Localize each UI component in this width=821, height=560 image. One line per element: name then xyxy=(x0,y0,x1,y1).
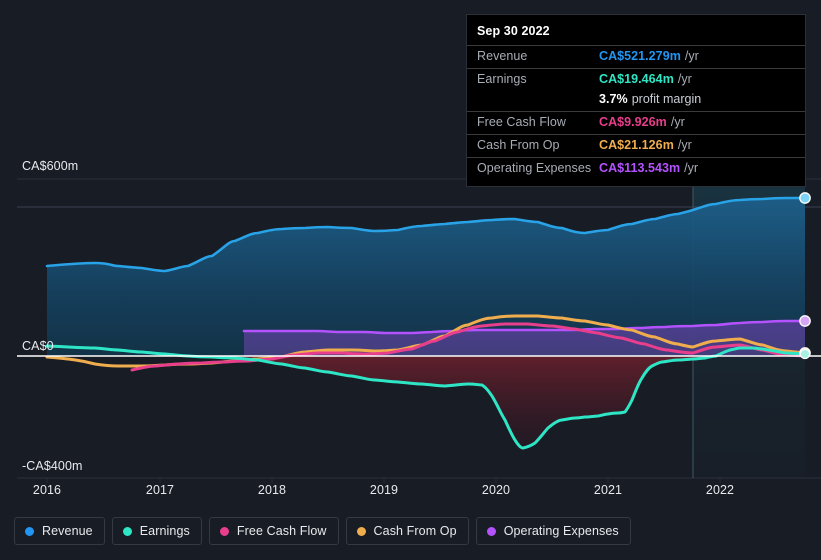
tooltip-label-earnings: Earnings xyxy=(477,72,527,86)
tooltip-unit-cash-from-op: /yr xyxy=(677,138,692,152)
earnings-endpoint-dot xyxy=(799,348,811,360)
tooltip-label-free-cash-flow: Free Cash Flow xyxy=(477,115,566,129)
tooltip-unit-earnings: /yr xyxy=(677,72,692,86)
earnings-negative-area xyxy=(47,356,805,448)
x-axis-tick-2020: 2020 xyxy=(481,483,511,497)
stock-financials-chart: CA$600m CA$0 -CA$400m 2016 2017 2018 201… xyxy=(0,0,821,560)
chart-legend: Revenue Earnings Free Cash Flow Cash Fro… xyxy=(14,517,631,545)
x-axis-tick-2021: 2021 xyxy=(593,483,623,497)
tooltip-row-cash-from-op: Cash From Op CA$21.126m /yr xyxy=(467,134,805,157)
tooltip-row-profit-margin: 3.7% profit margin xyxy=(467,91,805,111)
legend-label-revenue: Revenue xyxy=(42,524,93,538)
legend-dot-revenue-icon xyxy=(25,526,34,536)
y-axis-label-top: CA$600m xyxy=(22,159,79,173)
tooltip-label-revenue: Revenue xyxy=(477,49,528,63)
tooltip-value-cash-from-op: CA$21.126m xyxy=(599,138,674,152)
chart-tooltip: Sep 30 2022 Revenue CA$521.279m /yr Earn… xyxy=(466,14,806,187)
legend-item-cash-from-op[interactable]: Cash From Op xyxy=(345,517,469,545)
legend-dot-operating-expenses-icon xyxy=(486,526,496,536)
legend-label-operating-expenses: Operating Expenses xyxy=(503,524,619,538)
tooltip-sublabel-profit-margin: profit margin xyxy=(631,92,702,106)
legend-dot-cash-from-op-icon xyxy=(356,526,366,536)
x-axis-tick-2022: 2022 xyxy=(705,483,735,497)
y-axis-label-zero: CA$0 xyxy=(22,339,54,353)
tooltip-value-free-cash-flow: CA$9.926m xyxy=(599,115,667,129)
tooltip-value-profit-margin: 3.7% xyxy=(599,92,628,106)
legend-item-operating-expenses[interactable]: Operating Expenses xyxy=(475,517,631,545)
x-axis: 2016 2017 2018 2019 2020 2021 2022 xyxy=(0,483,821,503)
tooltip-value-operating-expenses: CA$113.543m xyxy=(599,161,681,175)
tooltip-value-revenue: CA$521.279m xyxy=(599,49,681,63)
legend-label-cash-from-op: Cash From Op xyxy=(373,524,457,538)
tooltip-row-earnings: Earnings CA$19.464m /yr xyxy=(467,68,805,91)
tooltip-unit-operating-expenses: /yr xyxy=(684,161,699,175)
x-axis-tick-2019: 2019 xyxy=(369,483,399,497)
legend-dot-free-cash-flow-icon xyxy=(219,526,229,536)
legend-item-earnings[interactable]: Earnings xyxy=(111,517,202,545)
x-axis-tick-2018: 2018 xyxy=(257,483,287,497)
y-axis-label-bottom: -CA$400m xyxy=(22,459,83,473)
tooltip-row-revenue: Revenue CA$521.279m /yr xyxy=(467,45,805,68)
legend-label-earnings: Earnings xyxy=(139,524,190,538)
tooltip-label-cash-from-op: Cash From Op xyxy=(477,138,560,152)
legend-item-revenue[interactable]: Revenue xyxy=(14,517,105,545)
opex-endpoint-dot xyxy=(799,315,811,327)
x-axis-tick-2016: 2016 xyxy=(32,483,62,497)
legend-dot-earnings-icon xyxy=(122,526,132,536)
x-axis-tick-2017: 2017 xyxy=(145,483,175,497)
tooltip-date: Sep 30 2022 xyxy=(477,24,550,38)
tooltip-value-earnings: CA$19.464m xyxy=(599,72,674,86)
tooltip-row-operating-expenses: Operating Expenses CA$113.543m /yr xyxy=(467,157,805,180)
tooltip-unit-revenue: /yr xyxy=(684,49,699,63)
tooltip-label-operating-expenses: Operating Expenses xyxy=(477,161,592,175)
legend-label-free-cash-flow: Free Cash Flow xyxy=(236,524,327,538)
legend-item-free-cash-flow[interactable]: Free Cash Flow xyxy=(208,517,339,545)
tooltip-row-free-cash-flow: Free Cash Flow CA$9.926m /yr xyxy=(467,111,805,134)
tooltip-unit-free-cash-flow: /yr xyxy=(670,115,685,129)
revenue-endpoint-dot xyxy=(799,192,811,204)
